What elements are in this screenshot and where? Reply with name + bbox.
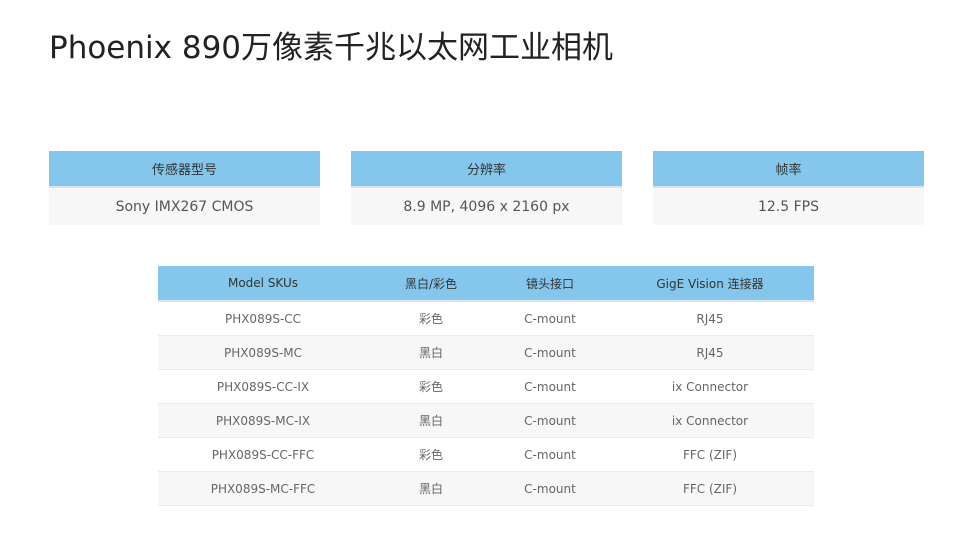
spec-value-resolution: 8.9 MP, 4096 x 2160 px [351,188,622,225]
cell-connector: FFC (ZIF) [606,437,814,472]
cell-color: 彩色 [368,301,494,336]
cell-mount: C-mount [494,437,606,472]
cell-sku: PHX089S-MC-IX [158,403,368,438]
cell-connector: ix Connector [606,403,814,438]
cell-connector: RJ45 [606,301,814,336]
cell-sku: PHX089S-MC-FFC [158,471,368,506]
cell-color: 彩色 [368,437,494,472]
table-row: PHX089S-MC-IX 黑白 C-mount ix Connector [158,403,814,438]
cell-mount: C-mount [494,369,606,404]
cell-sku: PHX089S-CC-FFC [158,437,368,472]
cell-mount: C-mount [494,335,606,370]
table-header-row: Model SKUs 黑白/彩色 镜头接口 GigE Vision 连接器 [158,266,814,302]
spec-card-sensor: 传感器型号 Sony IMX267 CMOS [49,151,320,225]
spec-label-sensor: 传感器型号 [49,151,320,188]
table-row: PHX089S-MC-FFC 黑白 C-mount FFC (ZIF) [158,471,814,506]
header-model-skus: Model SKUs [158,266,368,302]
header-mono-color: 黑白/彩色 [368,266,494,302]
cell-sku: PHX089S-MC [158,335,368,370]
cell-mount: C-mount [494,301,606,336]
cell-sku: PHX089S-CC [158,301,368,336]
cell-connector: FFC (ZIF) [606,471,814,506]
cell-mount: C-mount [494,403,606,438]
table-row: PHX089S-CC 彩色 C-mount RJ45 [158,301,814,336]
cell-color: 黑白 [368,403,494,438]
cell-color: 彩色 [368,369,494,404]
table-row: PHX089S-CC-IX 彩色 C-mount ix Connector [158,369,814,404]
spec-value-sensor: Sony IMX267 CMOS [49,188,320,225]
header-lens-mount: 镜头接口 [494,266,606,302]
cell-connector: RJ45 [606,335,814,370]
cell-connector: ix Connector [606,369,814,404]
spec-card-resolution: 分辨率 8.9 MP, 4096 x 2160 px [351,151,622,225]
header-gige-connector: GigE Vision 连接器 [606,266,814,302]
spec-label-framerate: 帧率 [653,151,924,188]
spec-label-resolution: 分辨率 [351,151,622,188]
cell-mount: C-mount [494,471,606,506]
cell-color: 黑白 [368,335,494,370]
table-row: PHX089S-MC 黑白 C-mount RJ45 [158,335,814,370]
cell-color: 黑白 [368,471,494,506]
table-row: PHX089S-CC-FFC 彩色 C-mount FFC (ZIF) [158,437,814,472]
sku-table: Model SKUs 黑白/彩色 镜头接口 GigE Vision 连接器 PH… [158,266,814,506]
spec-value-framerate: 12.5 FPS [653,188,924,225]
spec-card-framerate: 帧率 12.5 FPS [653,151,924,225]
cell-sku: PHX089S-CC-IX [158,369,368,404]
page-title: Phoenix 890万像素千兆以太网工业相机 [49,30,614,66]
